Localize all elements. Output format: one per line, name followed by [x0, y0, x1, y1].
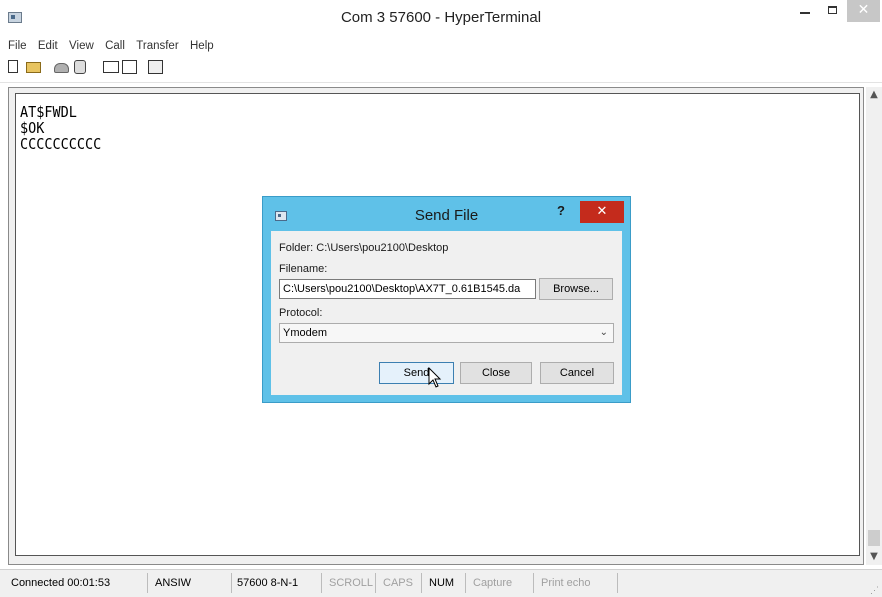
scroll-down-icon[interactable]: ▼ — [866, 549, 882, 565]
title-bar: Com 3 57600 - HyperTerminal ✕ — [0, 0, 882, 36]
protocol-value: Ymodem — [283, 327, 328, 339]
browse-button[interactable]: Browse... — [539, 278, 613, 300]
menu-edit[interactable]: Edit — [38, 40, 58, 52]
dialog-title: Send File — [414, 207, 479, 224]
toolbar-divider — [0, 82, 882, 83]
folder-label: Folder: C:\Users\pou2100\Desktop — [279, 242, 449, 254]
menu-help[interactable]: Help — [190, 40, 214, 52]
protocol-label: Protocol: — [279, 307, 323, 319]
protocol-select[interactable]: Ymodem ⌄ — [279, 323, 614, 343]
close-button[interactable]: Close — [460, 362, 532, 384]
send-icon[interactable] — [103, 61, 119, 73]
filename-label: Filename: — [279, 263, 328, 275]
status-num: NUM — [426, 573, 466, 593]
window-title: Com 3 57600 - HyperTerminal — [340, 9, 542, 26]
send-button[interactable]: Send — [379, 362, 454, 384]
scroll-up-icon[interactable]: ▲ — [866, 87, 882, 103]
terminal-output: AT$FWDL $OK CCCCCCCCCC — [20, 104, 101, 152]
status-emulation: ANSIW — [152, 573, 232, 593]
properties-icon[interactable] — [148, 60, 163, 74]
terminal-line: CCCCCCCCCC — [20, 135, 102, 153]
send-file-dialog: Send File ? ✕ Folder: C:\Users\pou2100\D… — [262, 196, 631, 403]
dialog-body: Folder: C:\Users\pou2100\Desktop Filenam… — [271, 231, 622, 395]
chevron-down-icon: ⌄ — [599, 327, 608, 338]
minimize-button[interactable] — [791, 0, 819, 22]
maximize-button[interactable] — [819, 0, 847, 22]
close-window-button[interactable]: ✕ — [847, 0, 880, 22]
new-icon[interactable] — [8, 60, 18, 73]
help-button[interactable]: ? — [557, 203, 565, 218]
resize-grip-icon[interactable]: ⋰ — [870, 585, 880, 595]
status-caps: CAPS — [380, 573, 422, 593]
dialog-close-button[interactable]: ✕ — [580, 201, 624, 223]
status-settings: 57600 8-N-1 — [234, 573, 322, 593]
terminal-line: $OK — [20, 119, 45, 137]
open-icon[interactable] — [26, 62, 41, 73]
scroll-thumb[interactable] — [868, 530, 880, 546]
call-icon[interactable] — [54, 63, 69, 73]
disconnect-icon[interactable] — [74, 60, 86, 74]
menu-view[interactable]: View — [69, 40, 94, 52]
status-bar: Connected 00:01:53 ANSIW 57600 8-N-1 SCR… — [0, 569, 882, 597]
menu-call[interactable]: Call — [105, 40, 125, 52]
mouse-cursor-icon — [428, 367, 442, 388]
menu-bar: File Edit View Call Transfer Help — [0, 38, 882, 54]
cancel-button[interactable]: Cancel — [540, 362, 614, 384]
menu-file[interactable]: File — [8, 40, 27, 52]
toolbar — [8, 58, 408, 78]
terminal-line: AT$FWDL — [20, 103, 77, 121]
filename-input[interactable]: C:\Users\pou2100\Desktop\AX7T_0.61B1545.… — [279, 279, 536, 299]
menu-transfer[interactable]: Transfer — [136, 40, 178, 52]
status-scroll: SCROLL — [326, 573, 376, 593]
status-print-echo: Print echo — [538, 573, 618, 593]
receive-icon[interactable] — [122, 60, 137, 74]
vertical-scrollbar[interactable]: ▲ ▼ — [866, 87, 882, 565]
status-capture: Capture — [470, 573, 534, 593]
status-connected: Connected 00:01:53 — [8, 573, 148, 593]
